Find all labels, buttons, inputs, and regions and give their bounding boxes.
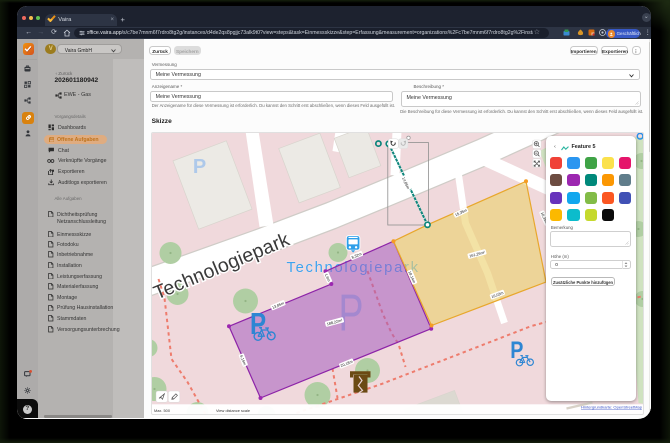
svg-text:Max. 500: Max. 500	[154, 408, 171, 413]
svg-text:P: P	[192, 156, 205, 178]
svg-text:Hintergrundkarte: OpenStreetMa: Hintergrundkarte: OpenStreetMap	[581, 404, 643, 409]
svg-text:View distance scale: View distance scale	[216, 408, 250, 413]
